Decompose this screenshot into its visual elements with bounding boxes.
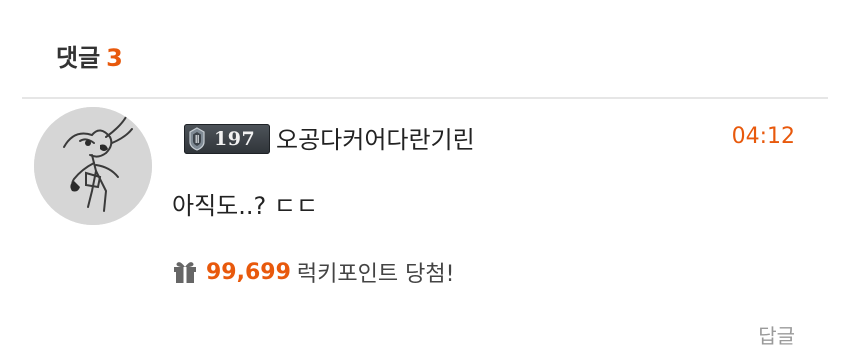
gift-icon [172, 260, 198, 284]
comments-header: 댓글 3 [56, 38, 123, 73]
comment-text: 아직도..? ㄷㄷ [172, 192, 319, 220]
reply-button[interactable]: 답글 [758, 320, 795, 349]
level-emblem-icon [184, 124, 210, 154]
comment-timestamp: 04:12 [731, 124, 795, 149]
comments-count: 3 [106, 44, 123, 72]
header-divider [22, 97, 828, 99]
avatar-sketch-image [34, 107, 152, 225]
avatar[interactable] [34, 107, 152, 225]
level-number: 197 [214, 128, 256, 150]
lucky-points-label: 럭키포인트 당첨! [296, 262, 455, 287]
comments-title: 댓글 [56, 44, 101, 72]
level-badge: 197 [184, 124, 270, 154]
username[interactable]: 오공다커어다란기린 [276, 120, 475, 155]
lucky-points-value: 99,699 [206, 259, 291, 285]
lucky-point-award: 99,699 럭키포인트 당첨! [172, 256, 454, 288]
